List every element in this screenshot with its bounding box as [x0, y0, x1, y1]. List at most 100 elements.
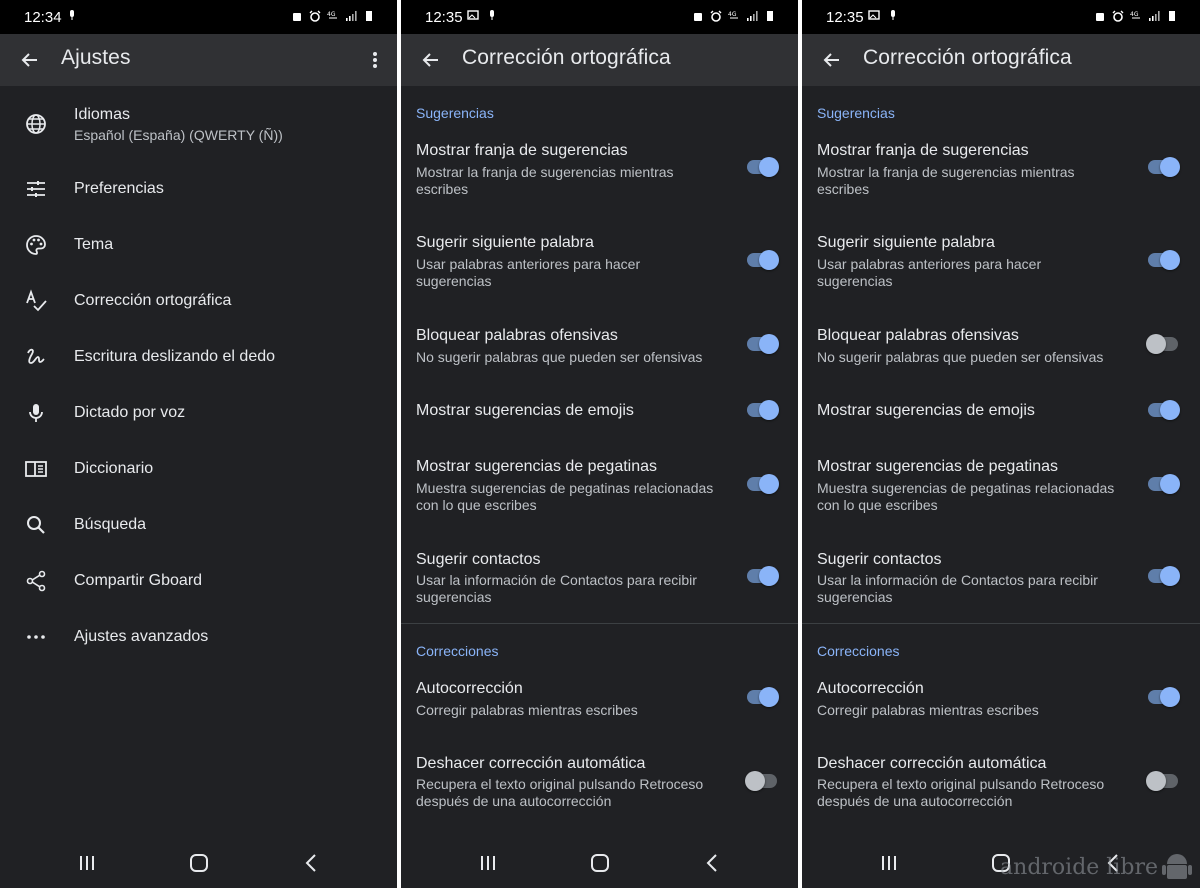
recent-apps-icon: [80, 856, 94, 870]
status-time: 12:35: [425, 9, 463, 26]
globe-icon: [26, 114, 46, 134]
pref-autocorreccion[interactable]: Autocorrección Corregir palabras mientra…: [802, 672, 1200, 728]
toggle-switch[interactable]: [745, 473, 781, 495]
pref-title: Autocorrección: [817, 680, 924, 697]
recent-apps-button[interactable]: [474, 850, 502, 876]
alarm-lock-icon: [293, 13, 301, 21]
pref-title: Deshacer corrección automática: [817, 755, 1047, 772]
toggle-switch[interactable]: [1146, 770, 1182, 792]
menu-item-compartir-gboard[interactable]: Compartir Gboard: [0, 553, 397, 609]
image-status-icon: [467, 10, 479, 20]
alarm-icon: [1112, 10, 1124, 22]
gesture-icon: [27, 348, 45, 364]
toggle-switch[interactable]: [745, 249, 781, 271]
pref-summary: Usar la información de Contactos para re…: [817, 572, 1098, 605]
microphone-status-icon: [70, 10, 74, 20]
app-bar: Corrección ortográfica: [401, 34, 798, 86]
status-time: 12:35: [826, 9, 864, 26]
back-button[interactable]: [14, 44, 46, 76]
back-nav-button[interactable]: [698, 850, 726, 876]
pref-mostrar-franja[interactable]: Mostrar franja de sugerencias Mostrar la…: [401, 134, 798, 212]
home-icon: [591, 854, 609, 872]
android-robot-icon: [1162, 854, 1192, 879]
svg-text:4G: 4G: [327, 11, 336, 18]
pref-deshacer-autocorreccion[interactable]: Deshacer corrección automática Recupera …: [802, 747, 1200, 817]
pref-summary: Mostrar la franja de sugerencias mientra…: [416, 164, 674, 197]
pref-title: Mostrar sugerencias de pegatinas: [416, 458, 658, 475]
section-header-sugerencias: Sugerencias: [416, 105, 494, 121]
svg-text:4G: 4G: [1130, 11, 1139, 18]
pref-autocorreccion[interactable]: Autocorrección Corregir palabras mientra…: [401, 672, 798, 728]
status-bar: 12:34 4G: [0, 0, 397, 34]
back-button[interactable]: [415, 44, 447, 76]
pref-sugerencias-pegatinas[interactable]: Mostrar sugerencias de pegatinas Muestra…: [401, 450, 798, 528]
pref-sugerencias-emojis[interactable]: Mostrar sugerencias de emojis: [802, 388, 1200, 432]
battery-icon: [1169, 11, 1175, 21]
back-nav-button[interactable]: [297, 850, 325, 876]
network-4g-icon: 4G: [327, 11, 337, 19]
menu-item-escritura-deslizando[interactable]: Escritura deslizando el dedo: [0, 329, 397, 385]
pref-mostrar-franja[interactable]: Mostrar franja de sugerencias Mostrar la…: [802, 134, 1200, 212]
sliders-icon: [27, 181, 45, 197]
overflow-menu-button[interactable]: [363, 44, 387, 76]
settings-screen: 12:34 4G Ajustes Idiomas Español (España…: [0, 0, 397, 888]
toggle-switch[interactable]: [745, 770, 781, 792]
pref-title: Mostrar franja de sugerencias: [416, 142, 628, 159]
recent-apps-icon: [481, 856, 495, 870]
battery-icon: [767, 11, 773, 21]
menu-item-tema[interactable]: Tema: [0, 217, 397, 273]
pref-title: Bloquear palabras ofensivas: [817, 327, 1019, 344]
toggle-switch[interactable]: [1146, 399, 1182, 421]
toggle-switch[interactable]: [1146, 565, 1182, 587]
navigation-bar: [401, 838, 798, 888]
pref-summary: Usar palabras anteriores para hacer suge…: [817, 256, 1042, 289]
home-button[interactable]: [185, 850, 213, 876]
pref-summary: Corregir palabras mientras escribes: [817, 702, 1039, 718]
palette-icon: [26, 235, 46, 255]
pref-sugerir-siguiente[interactable]: Sugerir siguiente palabra Usar palabras …: [401, 226, 798, 304]
pref-deshacer-autocorreccion[interactable]: Deshacer corrección automática Recupera …: [401, 747, 798, 817]
pref-sugerir-contactos[interactable]: Sugerir contactos Usar la información de…: [802, 543, 1200, 621]
menu-item-correccion-ortografica[interactable]: Corrección ortográfica: [0, 273, 397, 329]
menu-label: Ajustes avanzados: [74, 628, 209, 645]
menu-item-idiomas[interactable]: Idiomas Español (España) (QWERTY (Ñ)): [0, 96, 397, 156]
pref-bloquear-ofensivas[interactable]: Bloquear palabras ofensivas No sugerir p…: [401, 319, 798, 379]
status-time: 12:34: [24, 9, 62, 26]
toggle-switch[interactable]: [745, 565, 781, 587]
battery-icon: [366, 11, 372, 21]
home-button[interactable]: [586, 850, 614, 876]
menu-item-preferencias[interactable]: Preferencias: [0, 161, 397, 217]
status-bar: 12:35 4G: [802, 0, 1200, 34]
pref-summary: Muestra sugerencias de pegatinas relacio…: [416, 480, 714, 513]
toggle-switch[interactable]: [745, 156, 781, 178]
toggle-switch[interactable]: [745, 399, 781, 421]
chevron-left-icon: [305, 854, 316, 872]
pref-sugerencias-pegatinas[interactable]: Mostrar sugerencias de pegatinas Muestra…: [802, 450, 1200, 528]
pref-bloquear-ofensivas[interactable]: Bloquear palabras ofensivas No sugerir p…: [802, 319, 1200, 379]
toggle-switch[interactable]: [1146, 333, 1182, 355]
alarm-lock-icon: [694, 13, 702, 21]
pref-title: Sugerir siguiente palabra: [817, 234, 995, 251]
microphone-status-icon: [490, 10, 494, 20]
menu-item-ajustes-avanzados[interactable]: Ajustes avanzados: [0, 609, 397, 665]
menu-item-busqueda[interactable]: Búsqueda: [0, 497, 397, 553]
toggle-switch[interactable]: [745, 333, 781, 355]
pref-sugerir-siguiente[interactable]: Sugerir siguiente palabra Usar palabras …: [802, 226, 1200, 304]
toggle-switch[interactable]: [1146, 156, 1182, 178]
toggle-switch[interactable]: [1146, 686, 1182, 708]
signal-icon: [1149, 11, 1160, 21]
recent-apps-button[interactable]: [875, 850, 903, 876]
pref-sugerir-contactos[interactable]: Sugerir contactos Usar la información de…: [401, 543, 798, 621]
toggle-switch[interactable]: [1146, 473, 1182, 495]
recent-apps-button[interactable]: [73, 850, 101, 876]
pref-sugerencias-emojis[interactable]: Mostrar sugerencias de emojis: [401, 388, 798, 432]
menu-item-dictado-por-voz[interactable]: Dictado por voz: [0, 385, 397, 441]
menu-item-diccionario[interactable]: Diccionario: [0, 441, 397, 497]
toggle-switch[interactable]: [745, 686, 781, 708]
microphone-status-icon: [891, 10, 895, 20]
pref-title: Mostrar sugerencias de emojis: [416, 402, 634, 419]
toggle-switch[interactable]: [1146, 249, 1182, 271]
back-button[interactable]: [816, 44, 848, 76]
menu-label: Dictado por voz: [74, 404, 186, 421]
menu-label: Búsqueda: [74, 516, 147, 533]
